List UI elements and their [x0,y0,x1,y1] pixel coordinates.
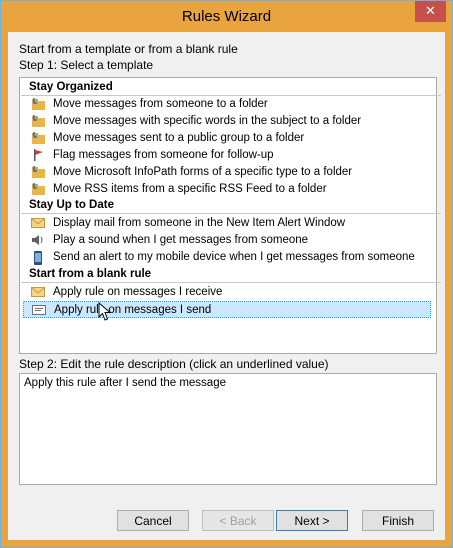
dialog-body: Start from a template or from a blank ru… [8,32,445,540]
template-label: Apply rule on messages I receive [53,286,223,298]
step2-label: Step 2: Edit the rule description (click… [19,357,329,371]
group-blank-rule: Start from a blank rule [21,266,441,283]
window-title: Rules Wizard [181,8,272,25]
close-button[interactable]: ✕ [415,1,446,22]
template-move-infopath[interactable]: Move Microsoft InfoPath forms of a speci… [23,164,431,181]
step1-label: Step 1: Select a template [19,58,154,72]
template-list[interactable]: Stay Organized Move messages from someon… [19,77,441,354]
title-bar: Rules Wizard ✕ [1,1,452,32]
intro-label: Start from a template or from a blank ru… [19,42,238,56]
folder-arrow-icon [31,115,45,127]
envelope-icon [31,217,45,229]
template-label: Move messages with specific words in the… [53,115,362,127]
template-flag-followup[interactable]: Flag messages from someone for follow-up [23,147,431,164]
template-apply-send[interactable]: Apply rule on messages I send [23,301,431,318]
cancel-button[interactable]: Cancel [117,510,189,531]
rule-description-box[interactable]: Apply this rule after I send the message [19,373,437,485]
rules-wizard-window: Rules Wizard ✕ Start from a template or … [0,0,453,548]
next-button[interactable]: Next > [276,510,348,531]
envelope-send-icon [32,304,46,316]
back-button[interactable]: < Back [202,510,274,531]
folder-arrow-icon [31,132,45,144]
speaker-icon [31,234,45,246]
template-move-public-group[interactable]: Move messages sent to a public group to … [23,130,431,147]
folder-arrow-icon [31,183,45,195]
template-label: Move messages sent to a public group to … [53,132,305,144]
template-label: Move RSS items from a specific RSS Feed … [53,183,327,195]
template-label: Send an alert to my mobile device when I… [53,251,415,263]
template-mobile-alert[interactable]: Send an alert to my mobile device when I… [23,249,431,266]
template-label: Apply rule on messages I send [54,304,212,316]
flag-icon [31,149,45,161]
template-apply-receive[interactable]: Apply rule on messages I receive [23,284,431,301]
group-stay-up-to-date: Stay Up to Date [21,197,441,214]
template-move-from-someone[interactable]: Move messages from someone to a folder [23,96,431,113]
template-move-rss[interactable]: Move RSS items from a specific RSS Feed … [23,181,431,198]
folder-arrow-icon [31,98,45,110]
finish-button[interactable]: Finish [362,510,434,531]
template-label: Move Microsoft InfoPath forms of a speci… [53,166,353,178]
template-play-sound[interactable]: Play a sound when I get messages from so… [23,232,431,249]
template-display-alert-window[interactable]: Display mail from someone in the New Ite… [23,215,431,232]
template-label: Display mail from someone in the New Ite… [53,217,346,229]
template-label: Move messages from someone to a folder [53,98,268,110]
group-stay-organized: Stay Organized [21,79,441,96]
rule-description: Apply this rule after I send the message [24,377,226,389]
mouse-cursor-icon [98,302,112,321]
folder-arrow-icon [31,166,45,178]
template-move-specific-words[interactable]: Move messages with specific words in the… [23,113,431,130]
template-label: Flag messages from someone for follow-up [53,149,274,161]
mobile-device-icon [31,251,45,265]
template-label: Play a sound when I get messages from so… [53,234,309,246]
envelope-icon [31,286,45,298]
